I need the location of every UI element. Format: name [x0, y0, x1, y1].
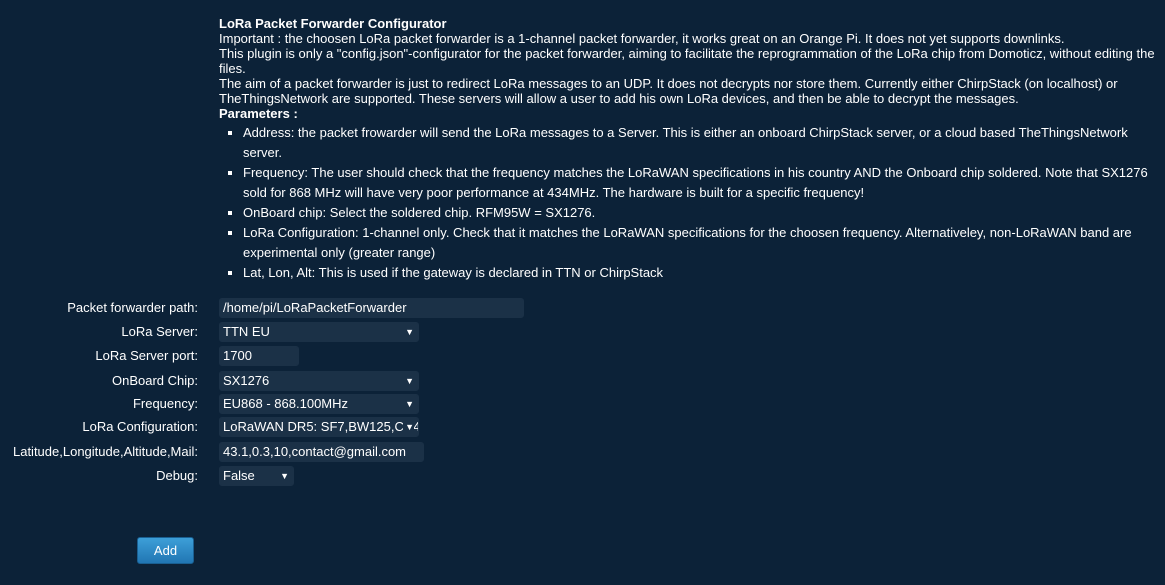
frequency-select-value: EU868 - 868.100MHz	[223, 396, 349, 411]
plugin-description: LoRa Packet Forwarder Configurator Impor…	[219, 16, 1159, 283]
server-select-value: TTN EU	[223, 324, 270, 339]
config-select[interactable]: LoRaWAN DR5: SF7,BW125,CR4/5 ▼	[219, 417, 419, 437]
param-lat-lon-alt: Lat, Lon, Alt: This is used if the gatew…	[243, 263, 1159, 283]
debug-label: Debug:	[156, 468, 198, 483]
chevron-down-icon: ▼	[405, 327, 414, 337]
debug-select-value: False	[223, 468, 255, 483]
chevron-down-icon: ▼	[280, 471, 289, 481]
debug-select[interactable]: False ▼	[219, 466, 294, 486]
location-input[interactable]: 43.1,0.3,10,contact@gmail.com	[219, 442, 424, 462]
chevron-down-icon: ▼	[403, 418, 414, 436]
param-address: Address: the packet frowarder will send …	[243, 123, 1159, 163]
path-input[interactable]: /home/pi/LoRaPacketForwarder	[219, 298, 524, 318]
server-label: LoRa Server:	[121, 324, 198, 339]
port-label: LoRa Server port:	[95, 348, 198, 363]
param-onboard-chip: OnBoard chip: Select the soldered chip. …	[243, 203, 1159, 223]
aim-note: The aim of a packet forwarder is just to…	[219, 76, 1118, 106]
port-input[interactable]: 1700	[219, 346, 299, 366]
plugin-title: LoRa Packet Forwarder Configurator	[219, 16, 447, 31]
chip-select-value: SX1276	[223, 373, 270, 388]
frequency-select[interactable]: EU868 - 868.100MHz ▼	[219, 394, 419, 414]
frequency-label: Frequency:	[132, 396, 198, 411]
plugin-note: This plugin is only a "config.json"-conf…	[219, 46, 1155, 76]
parameters-list: Address: the packet frowarder will send …	[219, 123, 1159, 283]
config-select-value: LoRaWAN DR5: SF7,BW125,CR4/5	[223, 419, 419, 434]
chip-label: OnBoard Chip:	[112, 373, 198, 388]
chip-select[interactable]: SX1276 ▼	[219, 371, 419, 391]
parameters-heading: Parameters :	[219, 106, 298, 121]
important-note: Important : the choosen LoRa packet forw…	[219, 31, 1065, 46]
server-select[interactable]: TTN EU ▼	[219, 322, 419, 342]
param-lora-configuration: LoRa Configuration: 1-channel only. Chec…	[243, 223, 1159, 263]
add-button[interactable]: Add	[137, 537, 194, 564]
config-label: LoRa Configuration:	[82, 419, 198, 434]
chevron-down-icon: ▼	[405, 399, 414, 409]
location-label: Latitude,Longitude,Altitude,Mail:	[12, 444, 198, 459]
param-frequency: Frequency: The user should check that th…	[243, 163, 1159, 203]
chevron-down-icon: ▼	[405, 376, 414, 386]
path-label: Packet forwarder path:	[67, 300, 198, 315]
